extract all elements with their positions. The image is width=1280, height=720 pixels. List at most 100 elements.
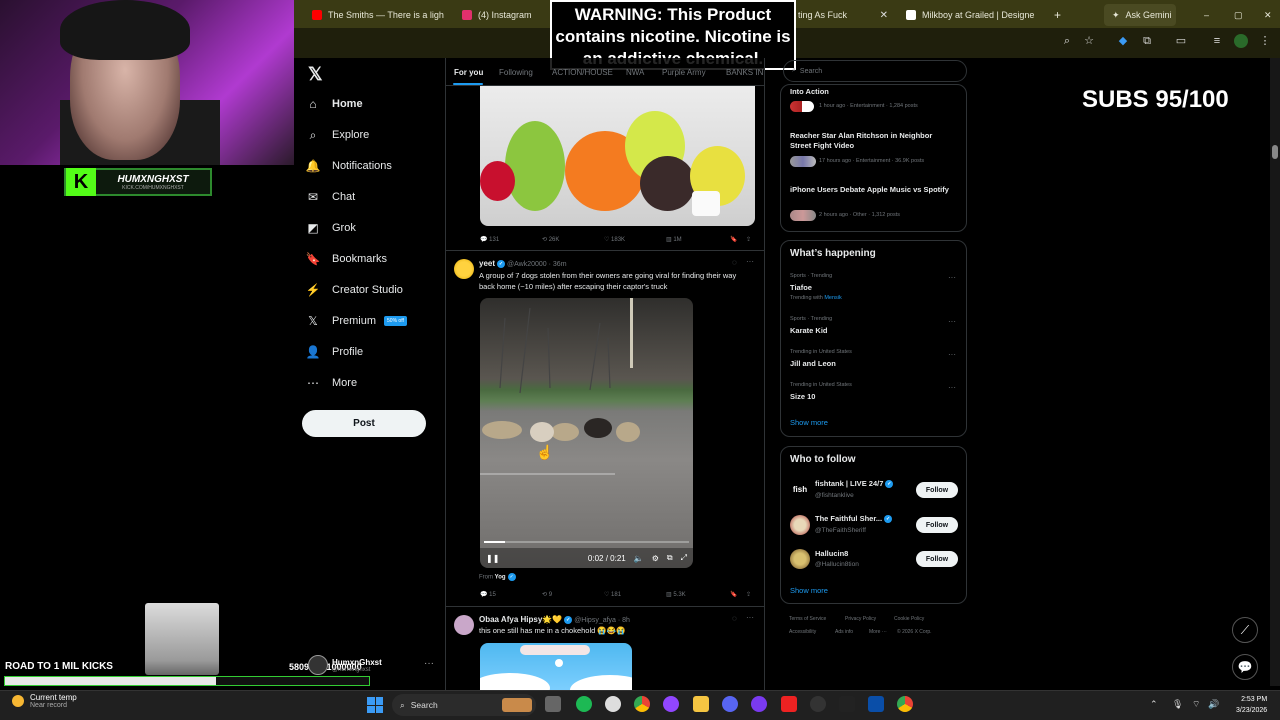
profile-avatar-icon[interactable]: [1234, 34, 1248, 48]
news-title[interactable]: iPhone Users Debate Apple Music vs Spoti…: [790, 185, 955, 195]
discord-icon[interactable]: [722, 696, 738, 712]
footer-link[interactable]: Terms of Service: [789, 616, 826, 622]
post-author[interactable]: Obaa Afya Hipsy🌟💛 ✓ @Hipsy_afya · 8h: [479, 615, 630, 624]
tab-list[interactable]: Purple Army: [662, 68, 706, 77]
reading-list-icon[interactable]: ≡: [1210, 34, 1224, 48]
footer-link[interactable]: Accessibility: [789, 629, 816, 635]
tab-list[interactable]: BANKS IN: [726, 68, 763, 77]
app-icon[interactable]: [751, 696, 767, 712]
trend-extra-link[interactable]: Mensik: [824, 295, 841, 301]
task-view-icon[interactable]: [545, 696, 561, 712]
news-title[interactable]: Into Action: [790, 87, 955, 97]
trend-more-icon[interactable]: ···: [948, 383, 956, 392]
zoom-icon[interactable]: ⌕: [1060, 34, 1074, 48]
post-author[interactable]: yeet ✓ @Awk20000 · 36m: [479, 259, 567, 268]
app-icon[interactable]: [781, 696, 797, 712]
bookmark-star-icon[interactable]: ☆: [1082, 34, 1096, 48]
footer-link[interactable]: Ads info: [835, 629, 853, 635]
volume-icon[interactable]: 🔊: [1208, 699, 1219, 710]
grok-float-icon[interactable]: ⟋: [1232, 617, 1258, 643]
nav-chat[interactable]: ✉ Chat: [306, 190, 355, 204]
nav-explore[interactable]: ⌕ Explore: [306, 128, 370, 142]
share-icon[interactable]: ⇪: [746, 236, 751, 243]
extensions-puzzle-icon[interactable]: ⧉: [1140, 34, 1154, 48]
obs-icon[interactable]: [810, 696, 826, 712]
bookmark-icon[interactable]: 🔖: [730, 236, 737, 243]
avatar[interactable]: [790, 515, 810, 535]
avatar[interactable]: [454, 259, 474, 279]
minimize-button[interactable]: –: [1196, 4, 1212, 26]
taskbar-search[interactable]: ⌕ Search: [392, 694, 536, 716]
file-explorer-icon[interactable]: [693, 696, 709, 712]
post-button[interactable]: Post: [302, 410, 426, 437]
repost-button[interactable]: ⟲ 26K: [542, 236, 559, 243]
x-logo-icon[interactable]: 𝕏: [308, 64, 323, 85]
app-icon[interactable]: [839, 696, 855, 712]
post-video[interactable]: [480, 298, 693, 568]
trend-more-icon[interactable]: ···: [948, 317, 956, 326]
nav-more[interactable]: ⋯ More: [306, 376, 357, 390]
grok-analyze-icon[interactable]: ◌: [732, 614, 737, 623]
extension-icon[interactable]: ◆: [1116, 34, 1130, 48]
trend-more-icon[interactable]: ···: [948, 273, 956, 282]
tab-for-you[interactable]: For you: [454, 68, 483, 77]
account-switcher[interactable]: HumxnGhxst @humxnghxst: [308, 655, 382, 675]
taskbar-clock[interactable]: 2:53 PM 3/23/2026: [1236, 694, 1267, 716]
follow-name[interactable]: The Faithful Sher... ✓: [815, 514, 894, 524]
trend-more-icon[interactable]: ···: [948, 350, 956, 359]
post-image[interactable]: [480, 86, 755, 226]
nav-bookmarks[interactable]: 🔖 Bookmarks: [306, 252, 388, 266]
volume-icon[interactable]: 🔈: [634, 554, 644, 563]
messages-float-icon[interactable]: 💬: [1232, 654, 1258, 680]
itunes-icon[interactable]: [605, 696, 621, 712]
post-more-icon[interactable]: ···: [746, 257, 754, 266]
trend-title[interactable]: Size 10: [790, 392, 815, 402]
follow-name[interactable]: fishtank | LIVE 24/7 ✓: [815, 479, 895, 489]
show-more-trends[interactable]: Show more: [790, 418, 828, 427]
like-button[interactable]: ♡ 183K: [604, 236, 625, 243]
nav-grok[interactable]: ◩ Grok: [306, 221, 356, 235]
views-button[interactable]: ▥ 5.3K: [666, 591, 686, 598]
close-tab-icon[interactable]: ✕: [880, 10, 888, 21]
video-progress[interactable]: [484, 541, 689, 543]
trend-title[interactable]: Jill and Leon: [790, 359, 836, 369]
avatar[interactable]: [790, 549, 810, 569]
chrome-icon[interactable]: [634, 696, 650, 712]
tab-list[interactable]: NWA: [626, 68, 644, 77]
browser-tab[interactable]: Milkboy at Grailed | Designe ✕: [898, 4, 1038, 26]
follow-name[interactable]: Hallucin8: [815, 549, 848, 559]
nav-premium[interactable]: 𝕏 Premium 50% off: [306, 314, 407, 328]
reply-button[interactable]: 💬 15: [480, 591, 496, 598]
tab-list[interactable]: ACTION/HOUSE: [552, 68, 613, 77]
footer-link[interactable]: Privacy Policy: [845, 616, 876, 622]
browser-tab[interactable]: ting As Fuck ✕: [790, 4, 896, 26]
bookmark-icon[interactable]: 🔖: [730, 591, 737, 598]
post-image[interactable]: [480, 643, 632, 693]
search-input[interactable]: ⌕ Search: [783, 60, 967, 82]
windows-start-icon[interactable]: [367, 697, 383, 713]
media-icon[interactable]: ▭: [1174, 34, 1188, 48]
nav-profile[interactable]: 👤 Profile: [306, 345, 364, 359]
app-icon[interactable]: [868, 696, 884, 712]
pause-icon[interactable]: ❚❚: [486, 554, 499, 563]
footer-link[interactable]: Cookie Policy: [894, 616, 924, 622]
avatar[interactable]: [454, 615, 474, 635]
app-icon[interactable]: [663, 696, 679, 712]
ask-gemini-button[interactable]: ✦ Ask Gemini: [1104, 4, 1176, 26]
show-more-follow[interactable]: Show more: [790, 586, 828, 595]
nav-notifications[interactable]: 🔔 Notifications: [306, 159, 392, 173]
spotify-icon[interactable]: [576, 696, 592, 712]
from-name[interactable]: Yog: [495, 575, 506, 581]
browser-tab[interactable]: (4) Instagram: [454, 4, 554, 26]
grok-analyze-icon[interactable]: ◌: [732, 258, 737, 267]
tray-chevron-icon[interactable]: ⌃: [1150, 699, 1158, 710]
follow-button[interactable]: Follow: [916, 517, 958, 533]
scrollbar-thumb[interactable]: [1272, 145, 1278, 159]
follow-button[interactable]: Follow: [916, 551, 958, 567]
microphone-icon[interactable]: 🎙: [1172, 699, 1183, 710]
pip-icon[interactable]: ⧉: [667, 553, 673, 563]
fishtank-logo-icon[interactable]: fish: [790, 480, 810, 500]
nav-creator-studio[interactable]: ⚡ Creator Studio: [306, 283, 403, 297]
trend-title[interactable]: Tiafoe: [790, 283, 812, 293]
wifi-icon[interactable]: ⌔: [1192, 699, 1200, 710]
